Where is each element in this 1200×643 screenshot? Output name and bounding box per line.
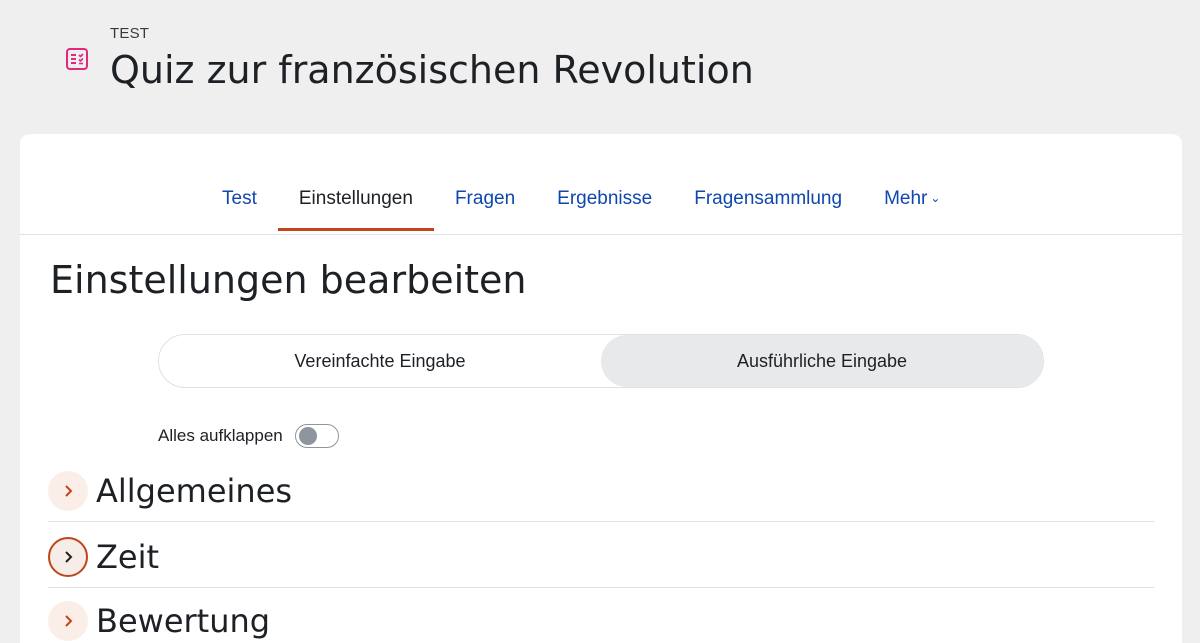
expand-time-button[interactable] (48, 536, 88, 577)
tab-question-bank-label: Fragensammlung (694, 188, 843, 209)
tab-questions-label: Fragen (454, 188, 516, 209)
expand-general-button[interactable] (48, 470, 88, 511)
tab-test[interactable]: Test (201, 174, 278, 230)
main-card: Test Einstellungen Fragen Ergebnisse Fra… (20, 134, 1182, 643)
section-general: Allgemeines (48, 460, 1154, 522)
tab-more-label: Mehr (884, 188, 928, 209)
tab-question-bank[interactable]: Fragensammlung (673, 174, 863, 230)
secondary-navigation: Test Einstellungen Fragen Ergebnisse Fra… (20, 134, 1182, 235)
chevron-right-icon (65, 615, 73, 627)
tab-settings[interactable]: Einstellungen (277, 174, 435, 231)
section-grading: Bewertung (48, 590, 1154, 643)
tab-test-label: Test (222, 188, 257, 209)
chevron-right-icon (65, 484, 73, 497)
quiz-icon (66, 48, 88, 70)
tab-results-label: Ergebnisse (557, 188, 653, 209)
toggle-knob (298, 427, 317, 445)
section-grading-title: Bewertung (96, 602, 271, 640)
expand-all-toggle[interactable] (294, 424, 339, 448)
section-general-title: Allgemeines (96, 471, 293, 510)
chevron-down-icon: ⌄ (930, 191, 941, 205)
section-time-title: Zeit (96, 537, 160, 576)
detailed-input-option[interactable]: Ausführliche Eingabe (601, 335, 1043, 387)
expand-all-row: Alles aufklappen (158, 424, 339, 448)
expand-grading-button[interactable] (48, 601, 88, 641)
chevron-right-icon (65, 550, 73, 563)
simple-input-option[interactable]: Vereinfachte Eingabe (159, 335, 601, 387)
section-time: Zeit (48, 526, 1154, 588)
module-type-label: TEST (110, 25, 150, 42)
tab-more-dropdown[interactable]: Mehr ⌄ (863, 174, 961, 230)
nav-tabs: Test Einstellungen Fragen Ergebnisse Fra… (201, 174, 961, 231)
page: TEST Quiz zur französischen Revolution T… (0, 0, 1200, 643)
tab-settings-label: Einstellungen (298, 188, 413, 209)
tab-results[interactable]: Ergebnisse (536, 174, 673, 230)
page-title: Quiz zur französischen Revolution (110, 48, 754, 92)
input-mode-switch: Vereinfachte Eingabe Ausführliche Eingab… (158, 334, 1044, 388)
expand-all-label: Alles aufklappen (158, 426, 283, 445)
tab-questions[interactable]: Fragen (434, 174, 536, 230)
section-heading: Einstellungen bearbeiten (50, 258, 527, 302)
